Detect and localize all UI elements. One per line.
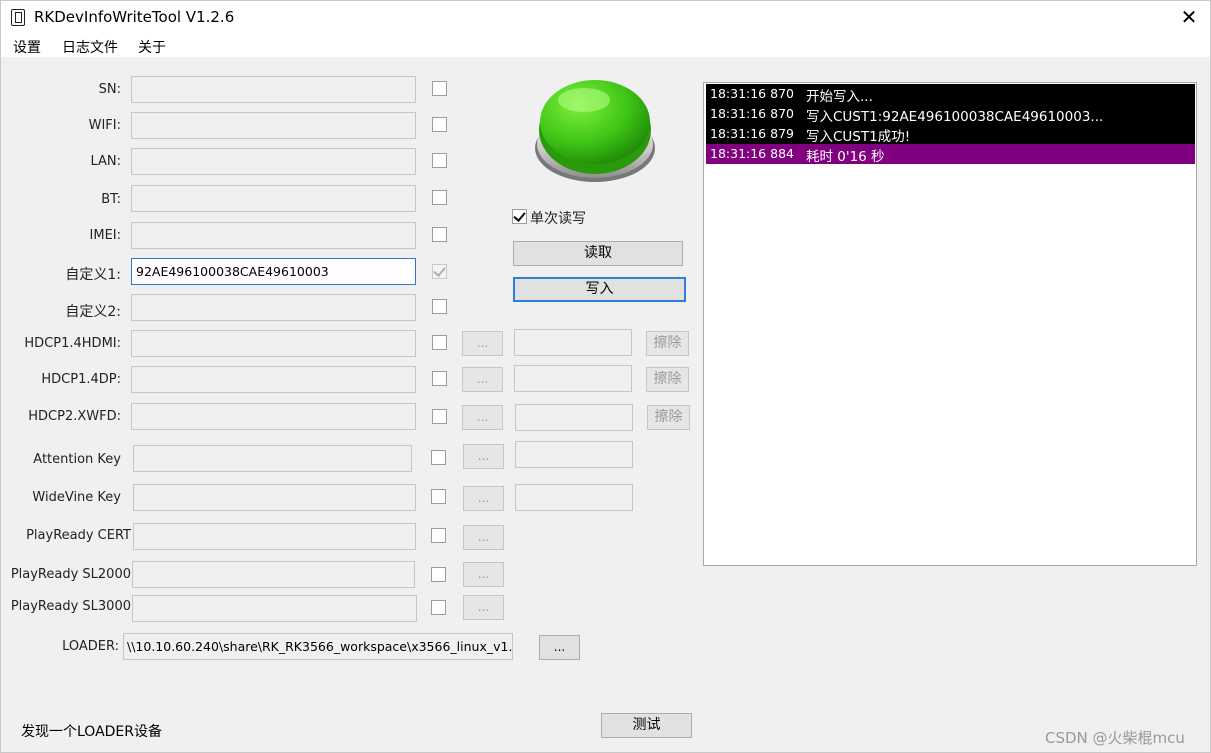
widevine-key-label: WideVine Key xyxy=(32,490,121,505)
log-row-highlighted: 18:31:16 884 耗时 0'16 秒 xyxy=(706,144,1195,165)
log-row: 18:31:16 870 写入CUST1:92AE496100038CAE4961… xyxy=(706,104,1195,125)
custom1-checkbox[interactable] xyxy=(432,264,447,279)
custom2-input[interactable] xyxy=(131,294,416,321)
playready-sl3000-input[interactable] xyxy=(132,595,417,622)
window-title: RKDevInfoWriteTool V1.2.6 xyxy=(34,8,235,26)
hdcp14dp-input[interactable] xyxy=(131,366,416,393)
log-panel[interactable]: 18:31:16 870 开始写入... 18:31:16 870 写入CUST1:… xyxy=(703,82,1197,566)
wifi-input[interactable] xyxy=(131,112,416,139)
single-rw-label: 单次读写 xyxy=(530,211,586,227)
menu-about[interactable]: 关于 xyxy=(138,37,166,57)
hdcp14hdmi-browse-button[interactable]: ... xyxy=(462,331,503,356)
playready-sl2000-browse-button[interactable]: ... xyxy=(463,562,504,587)
custom2-label: 自定义2: xyxy=(65,304,121,320)
playready-cert-checkbox[interactable] xyxy=(431,528,446,543)
write-button[interactable]: 写入 xyxy=(513,277,686,302)
device-icon xyxy=(11,9,25,26)
loader-browse-button[interactable]: ... xyxy=(539,635,580,660)
widevine-key-checkbox[interactable] xyxy=(431,489,446,504)
imei-input[interactable] xyxy=(131,222,416,249)
attention-key-input[interactable] xyxy=(133,445,412,472)
read-button[interactable]: 读取 xyxy=(513,241,683,266)
playready-sl2000-checkbox[interactable] xyxy=(431,567,446,582)
lan-label: LAN: xyxy=(90,154,121,169)
hdcp14hdmi-checkbox[interactable] xyxy=(432,335,447,350)
hdcp2xwfd-label: HDCP2.XWFD: xyxy=(28,409,121,424)
single-rw-checkbox[interactable] xyxy=(512,209,527,224)
log-row: 18:31:16 870 开始写入... xyxy=(706,84,1195,105)
custom2-checkbox[interactable] xyxy=(432,299,447,314)
hdcp14hdmi-input[interactable] xyxy=(131,330,416,357)
wifi-checkbox[interactable] xyxy=(432,117,447,132)
hdcp14dp-path[interactable] xyxy=(514,365,632,392)
playready-sl2000-input[interactable] xyxy=(132,561,415,588)
attention-key-path[interactable] xyxy=(515,441,633,468)
sn-label: SN: xyxy=(98,82,121,97)
sn-checkbox[interactable] xyxy=(432,81,447,96)
menu-bar: 设置 日志文件 关于 xyxy=(1,33,1210,57)
playready-sl3000-checkbox[interactable] xyxy=(431,600,446,615)
menu-settings[interactable]: 设置 xyxy=(13,37,41,57)
widevine-key-path[interactable] xyxy=(515,484,633,511)
hdcp14hdmi-erase-button[interactable]: 擦除 xyxy=(646,331,689,356)
title-bar: RKDevInfoWriteTool V1.2.6 ✕ xyxy=(1,1,1210,33)
playready-sl3000-label: PlayReady SL3000 xyxy=(10,599,131,614)
playready-sl2000-label: PlayReady SL2000 xyxy=(10,567,131,582)
watermark: CSDN @火柴棍mcu xyxy=(1045,729,1185,747)
playready-cert-label: PlayReady CERT xyxy=(26,528,131,543)
playready-cert-browse-button[interactable]: ... xyxy=(463,525,504,550)
hdcp2xwfd-checkbox[interactable] xyxy=(432,409,447,424)
bt-input[interactable] xyxy=(131,185,416,212)
test-button[interactable]: 测试 xyxy=(601,713,692,738)
hdcp14dp-browse-button[interactable]: ... xyxy=(462,367,503,392)
attention-key-checkbox[interactable] xyxy=(431,450,446,465)
playready-sl3000-browse-button[interactable]: ... xyxy=(463,595,504,620)
app-window: RKDevInfoWriteTool V1.2.6 ✕ 设置 日志文件 关于 S… xyxy=(0,0,1211,753)
main-panel: SN: WIFI: LAN: BT: IMEI: 自定义1: 92AE49610… xyxy=(5,58,1208,750)
imei-checkbox[interactable] xyxy=(432,227,447,242)
loader-path-input[interactable]: \\10.10.60.240\share\RK_RK3566_workspace… xyxy=(123,633,513,660)
imei-label: IMEI: xyxy=(89,228,121,243)
hdcp2xwfd-erase-button[interactable]: 擦除 xyxy=(647,405,690,430)
close-button[interactable]: ✕ xyxy=(1167,1,1211,33)
hdcp14hdmi-label: HDCP1.4HDMI: xyxy=(24,336,121,351)
hdcp2xwfd-browse-button[interactable]: ... xyxy=(462,405,503,430)
custom1-label: 自定义1: xyxy=(65,267,121,283)
attention-key-label: Attention Key xyxy=(33,452,121,467)
playready-cert-input[interactable] xyxy=(133,523,416,550)
loader-label: LOADER: xyxy=(62,639,119,654)
bt-label: BT: xyxy=(101,192,121,207)
lan-input[interactable] xyxy=(131,148,416,175)
log-row: 18:31:16 879 写入CUST1成功! xyxy=(706,124,1195,145)
hdcp2xwfd-input[interactable] xyxy=(131,403,416,430)
hdcp14dp-label: HDCP1.4DP: xyxy=(41,372,121,387)
lan-checkbox[interactable] xyxy=(432,153,447,168)
bt-checkbox[interactable] xyxy=(432,190,447,205)
hdcp14dp-checkbox[interactable] xyxy=(432,371,447,386)
sn-input[interactable] xyxy=(131,76,416,103)
widevine-key-browse-button[interactable]: ... xyxy=(463,486,504,511)
green-round-button[interactable] xyxy=(532,72,658,184)
menu-log-file[interactable]: 日志文件 xyxy=(62,37,118,57)
hdcp2xwfd-path[interactable] xyxy=(515,404,633,431)
status-text: 发现一个LOADER设备 xyxy=(21,724,163,740)
widevine-key-input[interactable] xyxy=(133,484,416,511)
wifi-label: WIFI: xyxy=(88,118,121,133)
attention-key-browse-button[interactable]: ... xyxy=(463,444,504,469)
custom1-input[interactable]: 92AE496100038CAE49610003 xyxy=(131,258,416,285)
hdcp14hdmi-path[interactable] xyxy=(514,329,632,356)
hdcp14dp-erase-button[interactable]: 擦除 xyxy=(646,367,689,392)
